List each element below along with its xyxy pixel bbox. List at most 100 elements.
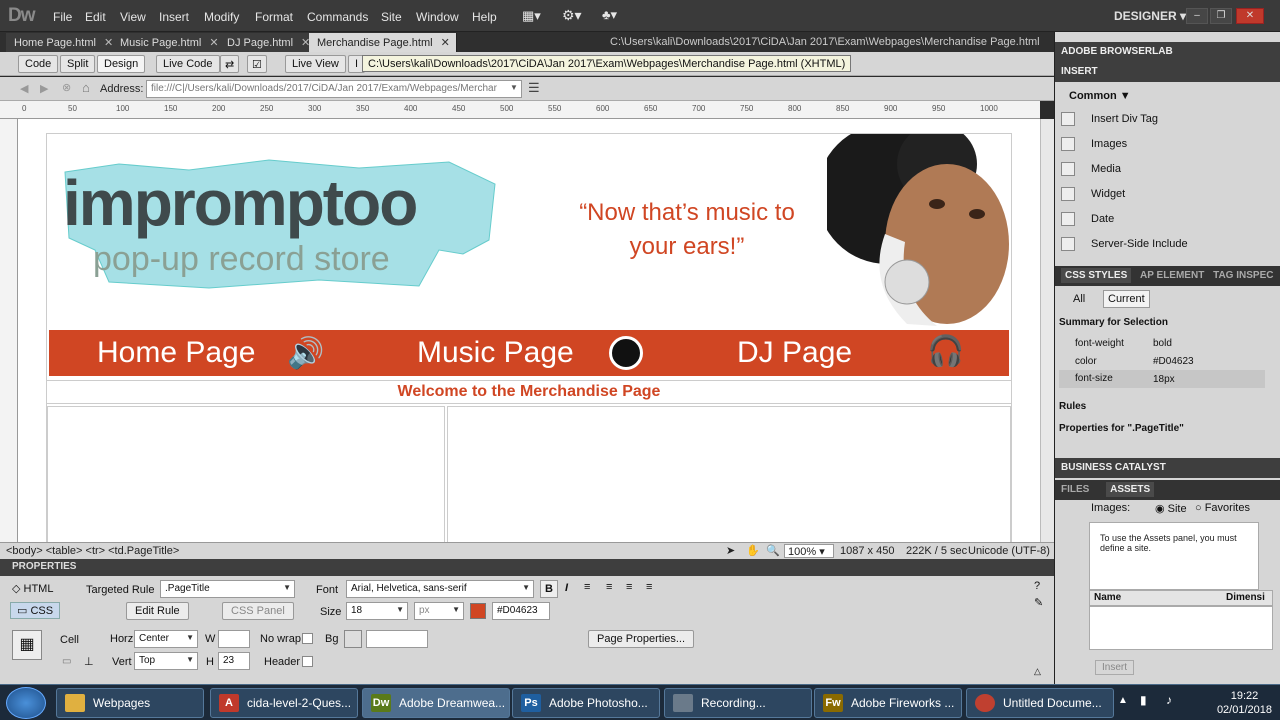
site-manager-icon[interactable]: ♣▾ bbox=[602, 7, 617, 23]
tab-css-styles[interactable]: CSS STYLES bbox=[1061, 268, 1132, 283]
bg-color-input[interactable] bbox=[366, 630, 428, 648]
tab-files[interactable]: FILES bbox=[1061, 484, 1089, 495]
taskbar-pdf[interactable]: Acida-level-2-Ques... bbox=[210, 688, 358, 718]
align-left-icon[interactable]: ≡ bbox=[584, 581, 590, 593]
address-input[interactable]: file:///C|/Users/kali/Downloads/2017/CiD… bbox=[146, 80, 522, 98]
headphones-photo[interactable] bbox=[817, 124, 1011, 326]
gear-icon[interactable]: ⚙▾ bbox=[562, 7, 582, 24]
tab-dj-page[interactable]: DJ Page.html ✕ bbox=[219, 33, 318, 52]
menu-modify[interactable]: Modify bbox=[204, 10, 239, 24]
css-prop-row[interactable]: font-weight bbox=[1075, 338, 1124, 349]
tray-expand-icon[interactable]: ▲ bbox=[1118, 695, 1128, 706]
insert-category-select[interactable]: Common ▼ bbox=[1069, 90, 1131, 102]
css-mode-button[interactable]: ▭ CSS bbox=[10, 602, 61, 619]
bg-color-swatch[interactable] bbox=[344, 630, 362, 648]
css-current-button[interactable]: Current bbox=[1103, 290, 1150, 308]
css-panel-button[interactable]: CSS Panel bbox=[222, 602, 294, 620]
taskbar-dreamweaver[interactable]: Dw Adobe Dreamwea... bbox=[362, 688, 510, 718]
width-input[interactable] bbox=[218, 630, 250, 648]
col-dimensions[interactable]: Dimensi bbox=[1226, 592, 1265, 603]
nav-music-page[interactable]: Music Page bbox=[417, 336, 574, 370]
insert-header[interactable]: INSERT bbox=[1055, 62, 1280, 82]
menu-file[interactable]: File bbox=[53, 10, 72, 24]
zoom-select[interactable]: 100% ▾ bbox=[784, 544, 834, 558]
insert-asset-button[interactable]: Insert bbox=[1095, 660, 1135, 675]
split-cells-icon[interactable]: ⊥ bbox=[84, 655, 94, 668]
code-view-button[interactable]: Code bbox=[18, 55, 59, 73]
live-code-button[interactable]: Live Code bbox=[156, 55, 220, 73]
header-checkbox[interactable] bbox=[302, 656, 313, 667]
page-title[interactable]: Welcome to the Merchandise Page bbox=[47, 380, 1011, 404]
start-button[interactable] bbox=[6, 687, 46, 719]
content-cell-right[interactable] bbox=[447, 406, 1011, 542]
unit-select[interactable]: px ▼ bbox=[414, 602, 464, 620]
back-icon[interactable]: ◀ bbox=[20, 82, 28, 95]
expand-icon[interactable]: △ bbox=[1034, 666, 1041, 677]
tab-home-page[interactable]: Home Page.html ✕ bbox=[6, 33, 121, 52]
taskbar-webpages[interactable]: Webpages bbox=[56, 688, 204, 718]
clock[interactable]: 19:22 02/01/2018 bbox=[1217, 689, 1272, 717]
taskbar-chrome[interactable]: Untitled Docume... bbox=[966, 688, 1114, 718]
css-all-button[interactable]: All bbox=[1067, 291, 1091, 307]
assets-list[interactable] bbox=[1089, 606, 1273, 650]
merge-cells-icon[interactable]: ▭ bbox=[62, 656, 71, 667]
close-icon[interactable]: ✕ bbox=[209, 37, 218, 49]
menu-edit[interactable]: Edit bbox=[85, 10, 106, 24]
quick-tag-icon[interactable]: ✎ bbox=[1034, 596, 1043, 609]
tab-assets[interactable]: ASSETS bbox=[1106, 482, 1155, 497]
font-select[interactable]: Arial, Helvetica, sans-serif ▼ bbox=[346, 580, 534, 598]
bold-button[interactable]: B bbox=[540, 580, 558, 598]
content-cell-left[interactable] bbox=[47, 406, 445, 542]
layout-icon[interactable]: ▦▾ bbox=[522, 8, 541, 24]
tab-merchandise-page[interactable]: Merchandise Page.html ✕ bbox=[309, 33, 457, 52]
insert-media[interactable]: Media bbox=[1061, 162, 1121, 182]
hand-icon[interactable]: ✋ bbox=[746, 544, 760, 557]
horz-select[interactable]: Center ▼ bbox=[134, 630, 198, 648]
insert-ssi[interactable]: Server-Side Include bbox=[1061, 237, 1188, 257]
volume-icon[interactable]: ♪ bbox=[1166, 693, 1172, 707]
align-center-icon[interactable]: ≡ bbox=[606, 581, 612, 593]
zoom-icon[interactable]: 🔍 bbox=[766, 544, 780, 557]
properties-header[interactable]: PROPERTIES bbox=[0, 559, 1054, 576]
canvas-scrollbar[interactable] bbox=[1040, 119, 1054, 542]
html-mode-button[interactable]: ◇ HTML bbox=[12, 582, 53, 595]
nav-dj-page[interactable]: DJ Page bbox=[737, 336, 852, 370]
business-catalyst-header[interactable]: BUSINESS CATALYST bbox=[1055, 458, 1280, 478]
tag-selector[interactable]: <body> <table> <tr> <td.PageTitle> bbox=[6, 545, 179, 557]
col-name[interactable]: Name bbox=[1094, 592, 1121, 603]
insert-widget[interactable]: Widget bbox=[1061, 187, 1125, 207]
network-icon[interactable]: ▮ bbox=[1140, 693, 1147, 707]
align-justify-icon[interactable]: ≡ bbox=[646, 581, 652, 593]
home-icon[interactable]: ⌂ bbox=[82, 80, 90, 95]
check-icon[interactable]: ☑ bbox=[247, 55, 267, 73]
minimize-icon[interactable]: – bbox=[1186, 8, 1208, 24]
nowrap-checkbox[interactable] bbox=[302, 633, 313, 644]
taskbar-fireworks[interactable]: Fw Adobe Fireworks ... bbox=[814, 688, 962, 718]
vert-select[interactable]: Top ▼ bbox=[134, 652, 198, 670]
pointer-icon[interactable]: ➤ bbox=[726, 544, 735, 557]
close-icon[interactable]: ✕ bbox=[1236, 8, 1264, 24]
impromptoo-logo[interactable]: impromptoo pop-up record store bbox=[59, 154, 499, 294]
nav-home-page[interactable]: Home Page bbox=[97, 336, 255, 370]
restore-icon[interactable]: ❐ bbox=[1210, 8, 1232, 24]
design-view-button[interactable]: Design bbox=[97, 55, 146, 73]
menu-window[interactable]: Window bbox=[416, 10, 459, 24]
tab-tag-inspector[interactable]: TAG INSPEC bbox=[1213, 270, 1273, 281]
size-select[interactable]: 18 ▼ bbox=[346, 602, 408, 620]
menu-site[interactable]: Site bbox=[381, 10, 402, 24]
design-canvas[interactable]: impromptoo pop-up record store “Now that… bbox=[18, 119, 1040, 542]
split-view-button[interactable]: Split bbox=[60, 55, 96, 73]
insert-date[interactable]: Date bbox=[1061, 212, 1114, 232]
menu-view[interactable]: View bbox=[120, 10, 146, 24]
menu-format[interactable]: Format bbox=[255, 10, 293, 24]
stop-icon[interactable]: ⊗ bbox=[62, 81, 71, 94]
forward-icon[interactable]: ▶ bbox=[40, 82, 48, 95]
browser-nav-icon[interactable]: ☰ bbox=[528, 80, 540, 96]
align-right-icon[interactable]: ≡ bbox=[626, 581, 632, 593]
close-icon[interactable]: ✕ bbox=[441, 37, 450, 49]
insert-div-tag[interactable]: Insert Div Tag bbox=[1061, 112, 1158, 132]
italic-button[interactable]: I bbox=[565, 582, 568, 594]
rules-heading[interactable]: Rules bbox=[1059, 401, 1086, 412]
tab-ap-elements[interactable]: AP ELEMENT bbox=[1140, 270, 1204, 281]
help-icon[interactable]: ? bbox=[1034, 580, 1040, 592]
